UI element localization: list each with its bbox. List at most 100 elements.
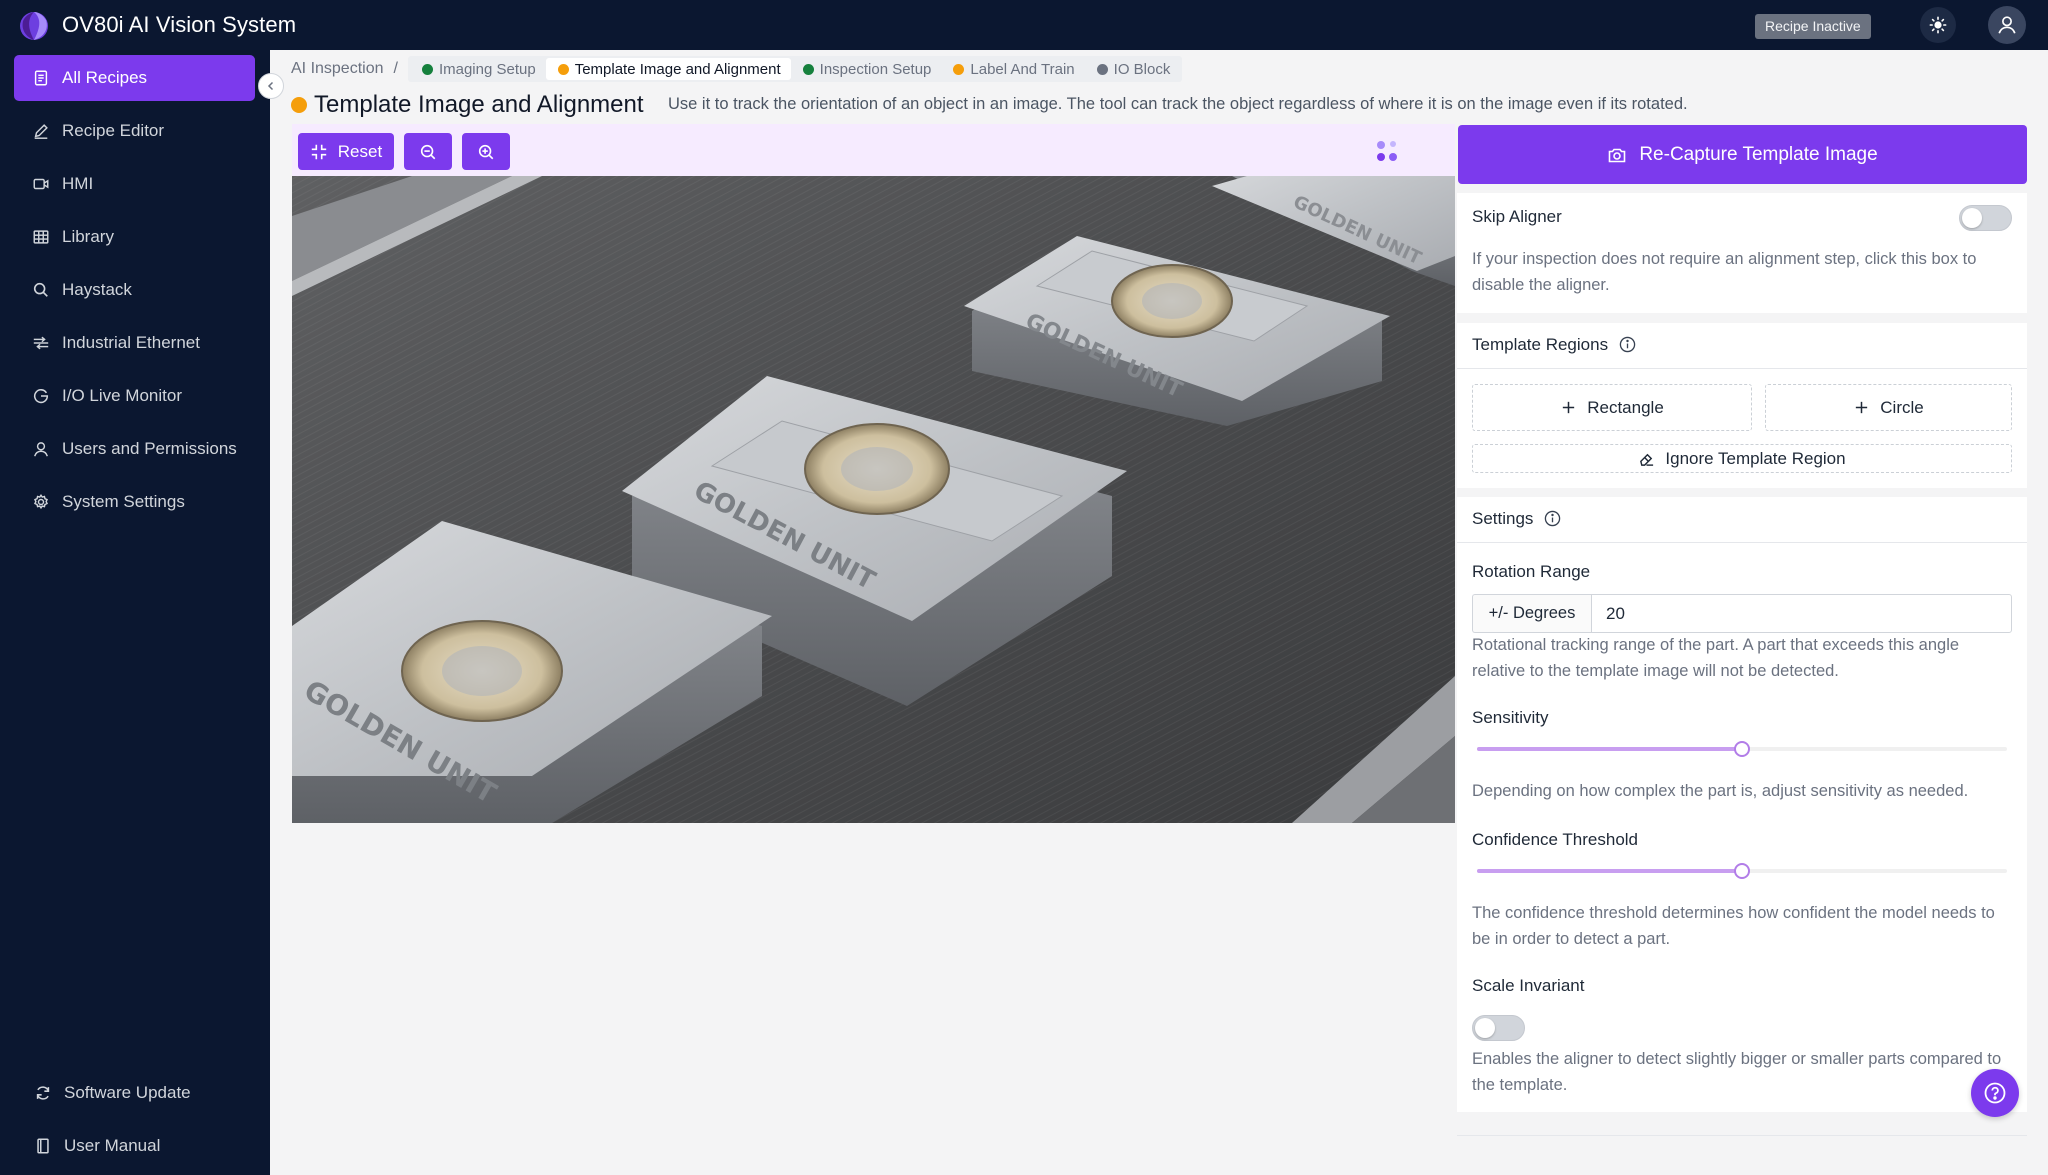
sidebar-item-hmi[interactable]: HMI (14, 161, 255, 207)
slider-track (1477, 869, 1742, 873)
sensitivity-slider[interactable] (1477, 740, 2007, 758)
sidebar-item-software-update[interactable]: Software Update (14, 1070, 255, 1116)
step-label: Template Image and Alignment (574, 60, 781, 78)
zoom-in-icon (478, 144, 494, 159)
step-imaging-setup[interactable]: Imaging Setup (410, 58, 546, 80)
toggle-knob (1962, 208, 1982, 228)
page-status-dot (291, 97, 307, 113)
loading-dots-icon (1377, 141, 1397, 161)
template-regions-heading: Template Regions (1472, 335, 1636, 355)
divider (1457, 368, 2027, 369)
reset-label: Reset (337, 141, 383, 161)
zoom-out-icon (420, 144, 436, 159)
top-bar: OV80i AI Vision System Recipe Inactive (0, 0, 2048, 50)
step-inspection-setup[interactable]: Inspection Setup (791, 58, 942, 80)
step-status-dot (557, 63, 569, 75)
scale-invariant-help: Enables the aligner to detect slightly b… (1472, 1050, 2002, 1094)
reset-button[interactable]: Reset (298, 133, 394, 170)
sidebar-collapse-button[interactable] (258, 73, 284, 99)
compress-icon (311, 144, 326, 159)
scale-invariant-toggle[interactable] (1472, 1015, 1525, 1041)
network-icon (33, 336, 49, 350)
skip-aligner-label: Skip Aligner (1472, 207, 1562, 226)
camera-icon (1609, 148, 1626, 162)
add-rectangle-button[interactable]: Rectangle (1472, 384, 1752, 431)
rotation-range-input[interactable]: 20 (1591, 594, 2012, 633)
step-status-dot (802, 63, 814, 75)
skip-aligner-help: If your inspection does not require an a… (1472, 250, 1977, 294)
add-circle-button[interactable]: Circle (1765, 384, 2012, 431)
eraser-icon (1640, 453, 1654, 466)
template-image-viewer[interactable]: GOLDEN UNIT GOLDEN UNIT GOLDEN UNIT GOLD… (292, 176, 1455, 823)
help-button[interactable] (1971, 1069, 2019, 1117)
gear-icon (34, 493, 48, 510)
step-label: IO Block (1113, 60, 1171, 78)
zoom-out-button[interactable] (404, 133, 452, 170)
step-label: Inspection Setup (819, 60, 932, 78)
info-icon[interactable] (1619, 336, 1636, 353)
monitor-icon (33, 389, 49, 404)
sidebar-item-haystack[interactable]: Haystack (14, 267, 255, 313)
app-title: OV80i AI Vision System (62, 12, 297, 37)
sidebar-item-label: I/O Live Monitor (62, 386, 182, 405)
confidence-threshold-label: Confidence Threshold (1472, 830, 1639, 849)
sidebar-item-label: Haystack (62, 280, 132, 299)
template-regions-label: Template Regions (1472, 335, 1609, 354)
step-status-dot (953, 63, 965, 75)
recipe-status-badge: Recipe Inactive (1755, 14, 1871, 39)
sidebar-item-label: Library (62, 227, 114, 246)
rotation-range-label: Rotation Range (1472, 562, 1591, 581)
rotation-range-help: Rotational tracking range of the part. A… (1472, 636, 1960, 680)
sidebar-item-label: System Settings (62, 492, 185, 511)
refresh-icon (36, 1086, 50, 1100)
zoom-in-button[interactable] (462, 133, 510, 170)
sidebar-item-label: Software Update (64, 1083, 191, 1102)
step-io-block[interactable]: IO Block (1085, 58, 1181, 80)
confidence-threshold-help: The confidence threshold determines how … (1472, 904, 1995, 948)
search-icon (33, 282, 48, 297)
step-label-and-train[interactable]: Label And Train (941, 58, 1084, 80)
sidebar-item-industrial-ethernet[interactable]: Industrial Ethernet (14, 320, 255, 366)
sidebar-item-library[interactable]: Library (14, 214, 255, 260)
sidebar-item-all-recipes[interactable]: All Recipes (14, 55, 255, 101)
sidebar-item-label: Recipe Editor (62, 121, 165, 140)
circle-label: Circle (1880, 397, 1924, 417)
slider-track (1477, 747, 1742, 751)
slider-handle[interactable] (1734, 741, 1750, 757)
sidebar-item-label: User Manual (64, 1136, 161, 1155)
step-template-image-alignment[interactable]: Template Image and Alignment (545, 58, 791, 80)
sidebar-item-user-manual[interactable]: User Manual (14, 1123, 255, 1169)
sensitivity-label: Sensitivity (1472, 708, 1549, 727)
theme-toggle-button[interactable] (1920, 7, 1956, 43)
sun-icon (1929, 16, 1947, 34)
user-menu-button[interactable] (1988, 6, 2026, 44)
video-icon (33, 178, 49, 190)
breadcrumb-root[interactable]: AI Inspection (291, 60, 384, 78)
step-status-dot (1096, 63, 1108, 75)
recapture-template-button[interactable]: Re-Capture Template Image (1458, 125, 2027, 184)
step-status-dot (421, 63, 433, 75)
rotation-unit-addon: +/- Degrees (1472, 594, 1591, 633)
recapture-label: Re-Capture Template Image (1639, 143, 1878, 165)
pencil-icon (34, 124, 48, 139)
sidebar-item-system-settings[interactable]: System Settings (14, 479, 255, 525)
user-icon (34, 442, 48, 457)
ignore-template-region-button[interactable]: Ignore Template Region (1472, 444, 2012, 473)
settings-card (1457, 497, 2027, 1112)
sidebar-item-users-permissions[interactable]: Users and Permissions (14, 426, 255, 472)
breadcrumb: AI Inspection / Imaging Setup Template I… (291, 56, 1183, 82)
table-icon (33, 230, 49, 244)
settings-label: Settings (1472, 509, 1534, 528)
slider-handle[interactable] (1734, 863, 1750, 879)
sidebar-item-recipe-editor[interactable]: Recipe Editor (14, 108, 255, 154)
page-description: Use it to track the orientation of an ob… (668, 95, 1688, 113)
toggle-knob (1475, 1018, 1495, 1038)
info-icon[interactable] (1544, 510, 1561, 527)
sidebar-item-label: All Recipes (62, 68, 148, 87)
user-avatar-icon (1998, 16, 2016, 34)
skip-aligner-toggle[interactable] (1959, 205, 2012, 231)
sidebar-item-io-live-monitor[interactable]: I/O Live Monitor (14, 373, 255, 419)
confidence-threshold-slider[interactable] (1477, 862, 2007, 880)
sensitivity-help: Depending on how complex the part is, ad… (1472, 782, 1969, 800)
settings-heading: Settings (1472, 509, 1561, 529)
